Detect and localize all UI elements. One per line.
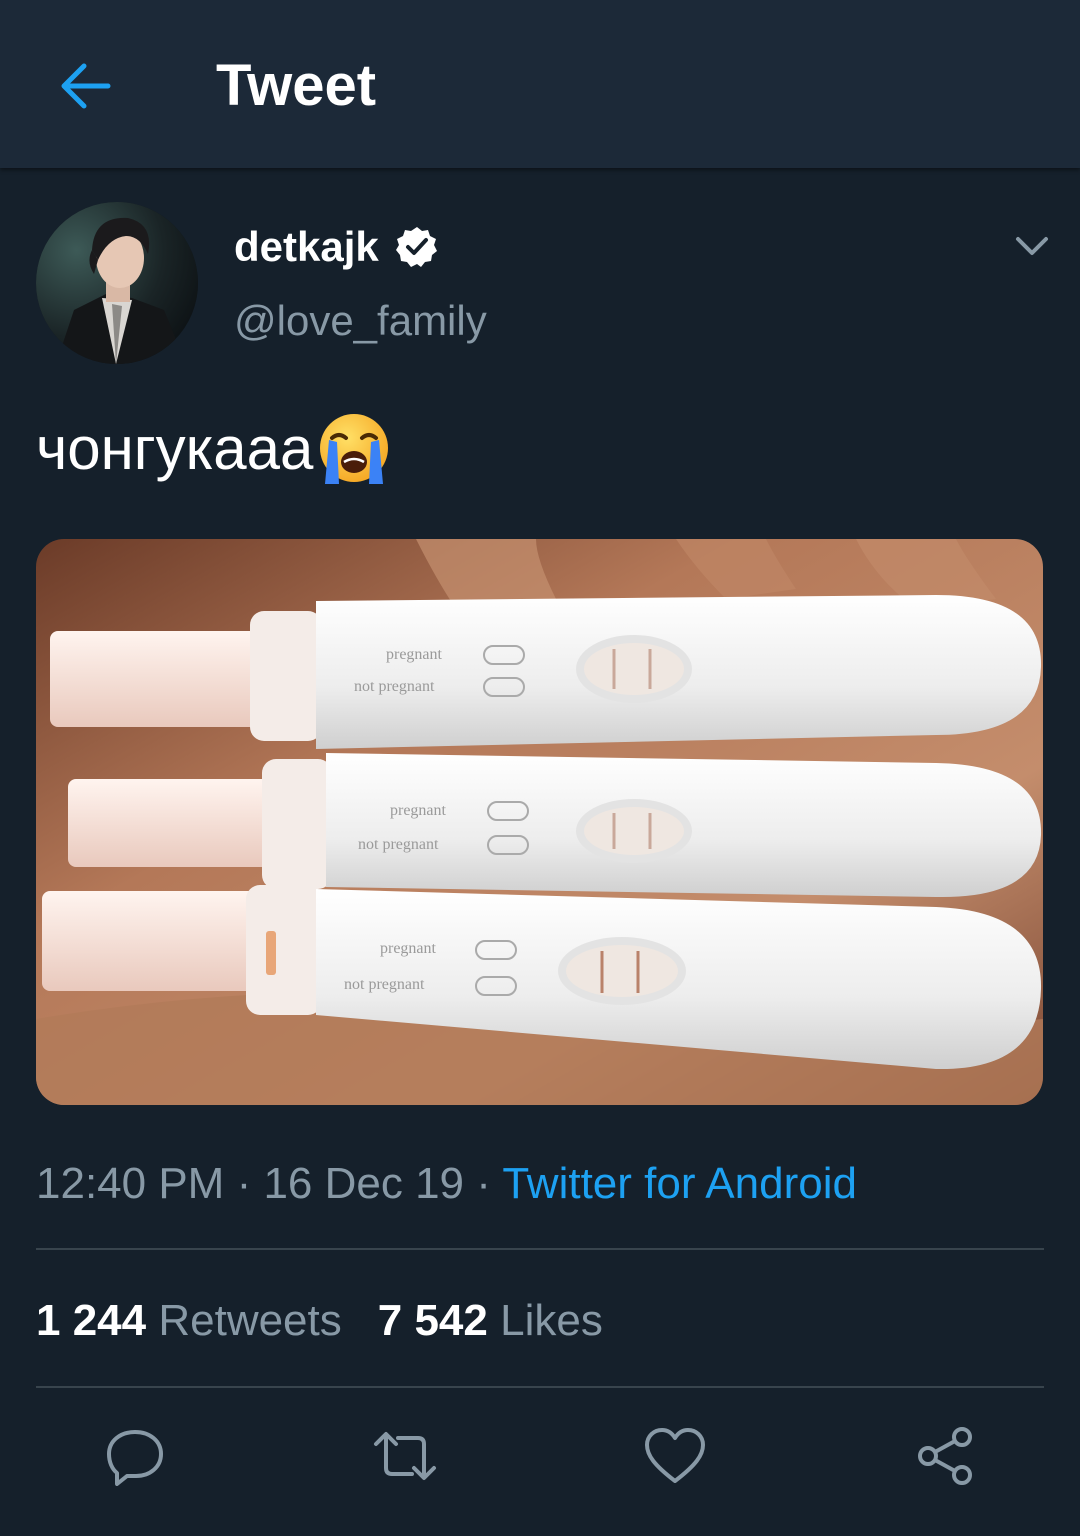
likes-label: Likes [500, 1296, 603, 1345]
tweet-menu-button[interactable] [1004, 218, 1060, 274]
avatar[interactable] [36, 202, 198, 364]
like-icon [645, 1428, 705, 1483]
tweet-meta: 12:40 PM · 16 Dec 19 · Twitter for Andro… [36, 1156, 857, 1212]
retweets-stat[interactable]: 1 244 Retweets [36, 1296, 342, 1345]
tweet-screen: Tweet detkajk @love_family чонгукааа pre… [0, 0, 1080, 1536]
tweet-stats: 1 244 Retweets 7 542 Likes [36, 1294, 603, 1348]
retweets-count: 1 244 [36, 1296, 147, 1345]
tweet-date: 16 Dec 19 [263, 1159, 465, 1208]
meta-separator: · [464, 1159, 503, 1208]
svg-text:pregnant: pregnant [386, 646, 443, 663]
divider [36, 1386, 1044, 1388]
tweet-text-content: чонгукааа [36, 415, 314, 482]
svg-text:not pregnant: not pregnant [344, 976, 425, 993]
retweet-button[interactable] [369, 1420, 441, 1492]
like-button[interactable] [639, 1420, 711, 1492]
divider [36, 1248, 1044, 1250]
likes-count: 7 542 [377, 1296, 488, 1345]
top-bar: Tweet [0, 0, 1080, 168]
likes-stat[interactable]: 7 542 Likes [378, 1296, 603, 1345]
share-icon [918, 1427, 972, 1485]
pregnancy-tests-photo: pregnant not pregnant pregnant not pregn… [36, 539, 1043, 1105]
tweet-source-link[interactable]: Twitter for Android [502, 1159, 857, 1208]
retweets-label: Retweets [158, 1296, 342, 1345]
svg-text:not pregnant: not pregnant [358, 836, 439, 853]
svg-text:pregnant: pregnant [390, 802, 447, 819]
user-handle[interactable]: @love_family [234, 296, 487, 346]
share-button[interactable] [909, 1420, 981, 1492]
back-button[interactable] [44, 44, 128, 128]
crying-face-emoji-icon [320, 414, 389, 484]
verified-badge-icon [395, 227, 437, 267]
tweet-text: чонгукааа [36, 410, 393, 488]
svg-text:not pregnant: not pregnant [354, 678, 435, 695]
svg-text:pregnant: pregnant [380, 940, 437, 957]
meta-separator: · [224, 1159, 264, 1208]
avatar-image [36, 202, 198, 364]
tweet-media-image[interactable]: pregnant not pregnant pregnant not pregn… [36, 539, 1043, 1105]
reply-icon [107, 1430, 163, 1486]
display-name: detkajk [234, 223, 379, 270]
tweet-time: 12:40 PM [36, 1159, 225, 1208]
author-name-row[interactable]: detkajk [234, 222, 439, 272]
reply-button[interactable] [99, 1420, 171, 1492]
arrow-left-icon [61, 63, 111, 109]
chevron-down-icon [1016, 237, 1048, 255]
retweet-icon [374, 1432, 436, 1480]
page-title: Tweet [216, 53, 377, 118]
